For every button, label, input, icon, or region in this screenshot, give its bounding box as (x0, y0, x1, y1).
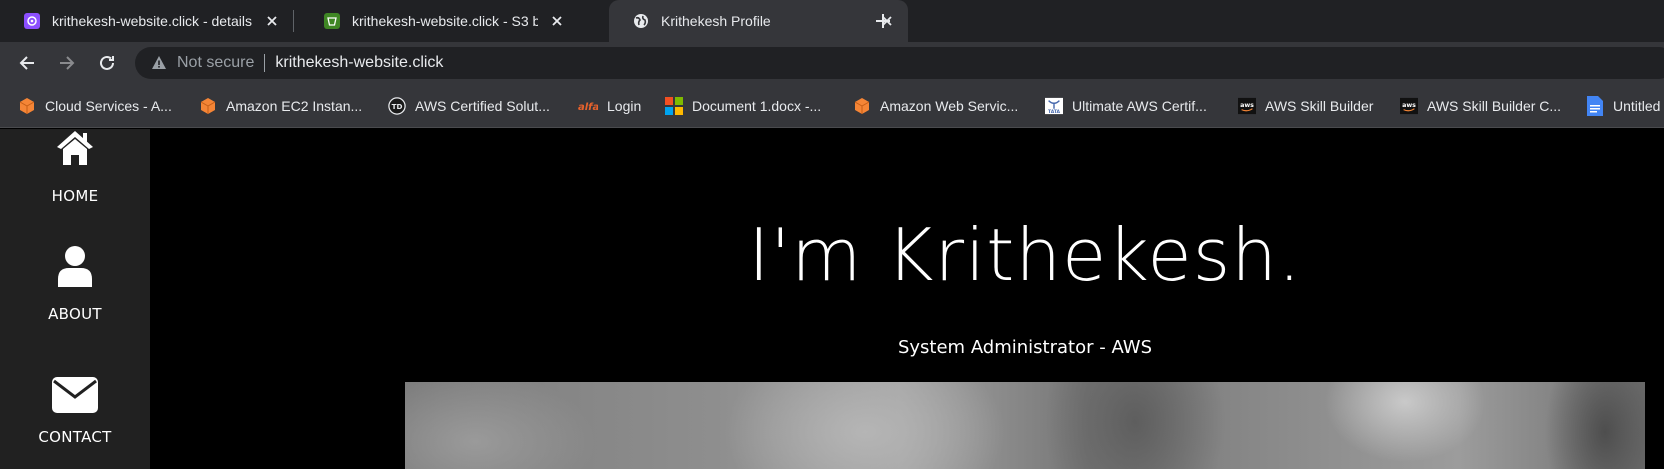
envelope-icon (52, 377, 98, 413)
aws-logo-icon: aws (1238, 97, 1256, 115)
bookmark-label: AWS Skill Builder (1265, 98, 1374, 114)
url-text[interactable]: krithekesh-website.click (275, 54, 443, 72)
bookmark-aws-skill-builder-c[interactable]: aws AWS Skill Builder C... (1400, 95, 1561, 117)
svg-text:TATA: TATA (1048, 109, 1061, 115)
divider (264, 54, 266, 72)
sidebar-item-label: HOME (51, 187, 99, 205)
bookmark-document[interactable]: Document 1.docx -... (665, 95, 821, 117)
reload-icon (100, 55, 114, 70)
bookmark-ultimate-aws[interactable]: TATA Ultimate AWS Certif... (1045, 95, 1207, 117)
security-label[interactable]: Not secure (177, 54, 254, 72)
reload-button[interactable] (92, 48, 122, 78)
bookmark-amazon-web-services[interactable]: Amazon Web Servic... (853, 95, 1018, 117)
bookmark-untitled[interactable]: Untitled (1586, 95, 1660, 117)
s3-bucket-icon (324, 13, 340, 29)
sidebar-item-about[interactable]: ABOUT (0, 245, 150, 323)
user-icon (58, 246, 92, 287)
bookmark-label: AWS Skill Builder C... (1427, 98, 1562, 114)
bookmark-amazon-ec2[interactable]: Amazon EC2 Instan... (199, 95, 362, 117)
aws-cube-icon (853, 97, 871, 115)
bookmark-login[interactable]: alfa Login (578, 95, 641, 117)
tab-route53-details[interactable]: krithekesh-website.click - details (0, 0, 293, 42)
bookmark-aws-skill-builder[interactable]: aws AWS Skill Builder (1238, 95, 1373, 117)
tab-krithekesh-profile[interactable]: Krithekesh Profile (609, 0, 908, 42)
globe-icon (633, 13, 649, 29)
tab-title: krithekesh-website.click - S3 bucket (352, 13, 538, 29)
aws-cube-icon (18, 97, 36, 115)
arrow-right-icon (60, 56, 75, 70)
microsoft-logo-icon (665, 97, 683, 115)
alfa-logo-icon: alfa (578, 97, 598, 115)
svg-text:alfa: alfa (578, 102, 598, 112)
route53-icon (24, 13, 40, 29)
bookmark-label: Amazon EC2 Instan... (226, 98, 363, 114)
profile-photo (405, 382, 1645, 469)
bookmark-label: AWS Certified Solut... (415, 98, 550, 114)
tab-title: Krithekesh Profile (661, 13, 771, 29)
svg-text:aws: aws (1240, 102, 1254, 109)
aws-logo-icon: aws (1400, 97, 1418, 115)
sidebar-item-label: CONTACT (38, 428, 112, 446)
tab-s3-bucket[interactable]: krithekesh-website.click - S3 bucket (300, 0, 578, 42)
bookmark-label: Document 1.docx -... (692, 98, 822, 114)
bookmark-label: Cloud Services - A... (45, 98, 172, 114)
bookmark-label: Ultimate AWS Certif... (1072, 98, 1207, 114)
close-icon[interactable] (548, 12, 566, 30)
bookmarks-bar: Cloud Services - A... Amazon EC2 Instan.… (0, 84, 1664, 128)
svg-text:aws: aws (1402, 102, 1416, 109)
tab-separator (293, 10, 294, 32)
sidebar-item-contact[interactable]: CONTACT (0, 376, 150, 446)
sidebar-nav: HOME ABOUT CONTACT (0, 129, 150, 469)
close-icon[interactable] (263, 12, 281, 30)
bookmark-cloud-services[interactable]: Cloud Services - A... (18, 95, 172, 117)
arrow-left-icon (19, 56, 34, 70)
warning-triangle-icon (152, 56, 166, 69)
tata-logo-icon: TATA (1045, 97, 1063, 115)
home-icon (57, 131, 93, 165)
address-bar[interactable]: Not secure krithekesh-website.click (135, 47, 1664, 79)
bookmark-aws-certified[interactable]: TD AWS Certified Solut... (388, 95, 550, 117)
forward-button[interactable] (52, 48, 82, 78)
sidebar-item-label: ABOUT (48, 305, 102, 323)
plus-icon (876, 14, 890, 28)
sidebar-item-home[interactable]: HOME (0, 129, 150, 205)
back-button[interactable] (12, 48, 42, 78)
browser-toolbar: Not secure krithekesh-website.click (0, 42, 1664, 84)
bookmark-label: Amazon Web Servic... (880, 98, 1019, 114)
page-content: HOME ABOUT CONTACT I'm Krithekesh. Syste… (0, 129, 1664, 469)
svg-text:TD: TD (392, 102, 403, 111)
aws-cube-icon (199, 97, 217, 115)
hero-subtitle: System Administrator - AWS (897, 337, 1153, 358)
new-tab-button[interactable] (868, 6, 898, 36)
google-docs-icon (1586, 96, 1604, 116)
bookmark-label: Login (607, 98, 642, 114)
td-logo-icon: TD (388, 97, 406, 115)
bookmark-label: Untitled (1613, 98, 1661, 114)
tab-title: krithekesh-website.click - details (52, 13, 252, 29)
tab-strip: krithekesh-website.click - details krith… (0, 0, 1664, 42)
hero-title: I'm Krithekesh. (748, 213, 1302, 297)
